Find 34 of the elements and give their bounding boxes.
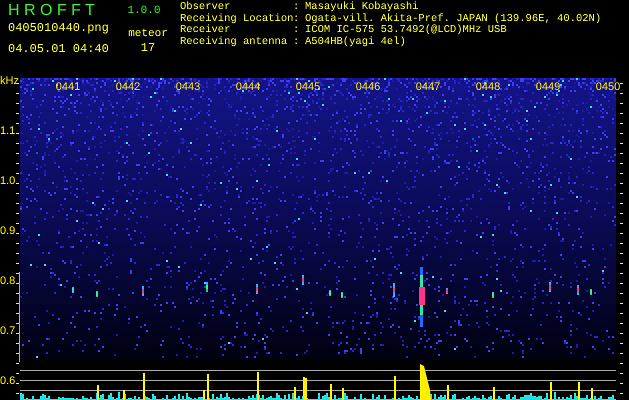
time-label: 0442 xyxy=(116,81,140,93)
time-label: 0448 xyxy=(476,81,500,93)
file-name: 0405010440.png xyxy=(8,21,110,35)
time-label: 0446 xyxy=(356,81,380,93)
info-separator: : xyxy=(293,25,300,36)
info-separator: : xyxy=(293,14,300,25)
info-label: Receiving Location xyxy=(180,14,293,24)
info-value: A504HB(yagi 4el) xyxy=(305,36,406,48)
frequency-label: 0.8 xyxy=(0,275,16,287)
frequency-label: 1.0 xyxy=(0,175,16,187)
meteor-count: 17 xyxy=(140,41,156,55)
time-label: 0449 xyxy=(536,81,560,93)
frequency-label: 1.1 xyxy=(0,125,16,137)
time-label: 0447 xyxy=(416,81,440,93)
date-time: 04.05.01 04:40 xyxy=(8,42,110,56)
frequency-label: 0.6 xyxy=(0,375,16,387)
meteor-label: meteor xyxy=(128,28,168,41)
info-value: Masayuki Kobayashi xyxy=(305,2,418,13)
info-separator: : xyxy=(293,2,300,14)
frequency-label: 0.7 xyxy=(0,325,16,337)
app-version: 1.0.0 xyxy=(127,4,160,18)
app-title: H R O F F T xyxy=(8,2,96,20)
info-value: ICOM IC-575 53.7492(@LCD)MHz USB xyxy=(305,25,507,36)
frequency-label: 0.9 xyxy=(0,225,16,237)
time-label: 0445 xyxy=(296,81,320,93)
info-label: Receiving antenna xyxy=(180,36,288,48)
info-value: Ogata-vill. Akita-Pref. JAPAN (139.96E, 40.02N) xyxy=(305,14,602,24)
time-label: 0441 xyxy=(56,81,80,93)
frequency-unit-label: kHz xyxy=(0,75,19,87)
info-label: Receiver xyxy=(180,25,232,36)
time-label: 0443 xyxy=(176,81,200,93)
time-label: 0444 xyxy=(236,81,260,93)
info-label: Observer xyxy=(180,2,232,13)
info-separator: : xyxy=(293,36,300,48)
